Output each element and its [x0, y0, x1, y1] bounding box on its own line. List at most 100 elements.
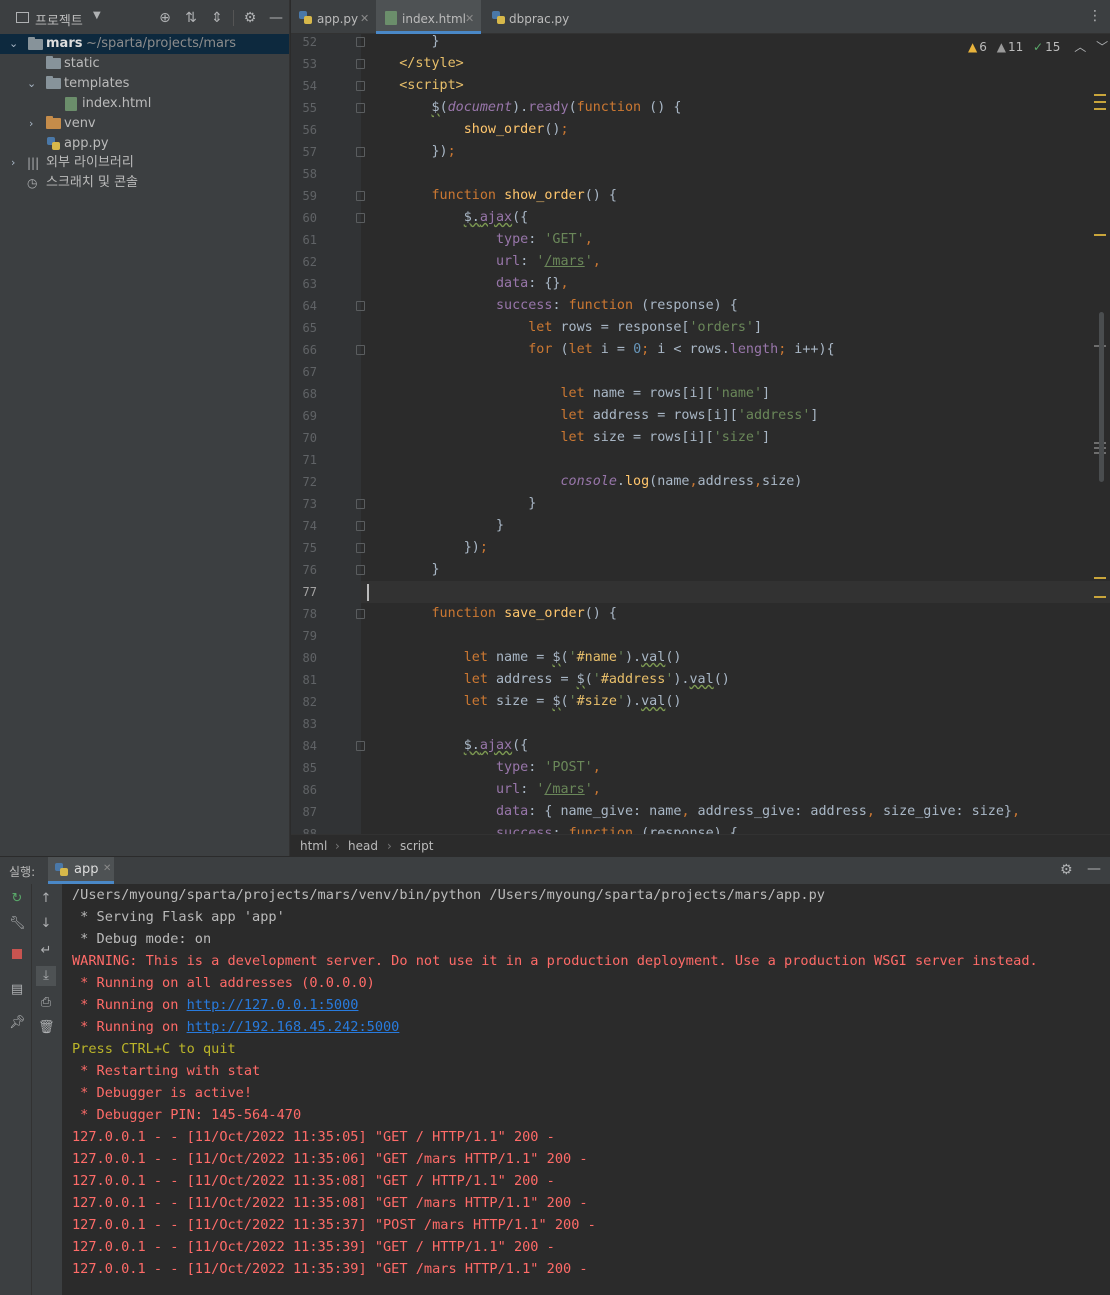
code-line: } [367, 562, 440, 577]
fold-marker[interactable] [356, 147, 365, 157]
line-number: 77 [302, 585, 317, 599]
tree-item-venv[interactable]: › venv [0, 114, 289, 134]
code-line: data: { name_give: name, address_give: a… [496, 804, 1021, 819]
stripe-mark[interactable] [1094, 94, 1106, 96]
arrow-up-icon[interactable]: ↑ [38, 891, 54, 907]
tab-app-py[interactable]: app.py ✕ [291, 0, 374, 34]
arrow-down-icon[interactable]: ↓ [38, 916, 54, 932]
fold-marker[interactable] [356, 521, 365, 531]
fold-marker[interactable] [356, 609, 365, 619]
chevron-right-icon[interactable]: › [29, 114, 41, 134]
fold-marker[interactable] [356, 213, 365, 223]
gear-icon[interactable]: ⚙ [242, 10, 258, 26]
line-number: 58 [302, 167, 317, 181]
line-number: 72 [302, 475, 317, 489]
breadcrumb-item[interactable]: html [300, 835, 327, 857]
project-toolbar: 프로젝트 ▼ ⊕ ⇅ ⇕ ⚙ — [0, 0, 290, 36]
chevron-down-icon[interactable]: ▼ [93, 10, 101, 21]
minimize-icon[interactable]: — [268, 10, 284, 26]
tree-root-mars[interactable]: ⌄ mars ~/sparta/projects/mars [0, 34, 289, 54]
expand-all-icon[interactable]: ⇅ [183, 10, 199, 26]
close-icon[interactable]: ✕ [465, 0, 474, 38]
rerun-icon[interactable]: ↻ [9, 891, 25, 907]
run-panel-header: 실행: app ✕ ⚙ — [0, 856, 1110, 884]
chevron-down-icon[interactable]: ⌄ [9, 34, 21, 54]
locate-icon[interactable]: ⊕ [157, 10, 173, 26]
tree-item-templates[interactable]: ⌄ templates [0, 74, 289, 94]
code-line: <script> [399, 78, 464, 93]
line-number: 70 [302, 431, 317, 445]
fold-marker[interactable] [356, 499, 365, 509]
fold-marker[interactable] [356, 191, 365, 201]
tree-item-external-libraries[interactable]: › ||| 외부 라이브러리 [0, 153, 289, 173]
stripe-mark[interactable] [1094, 108, 1106, 110]
inspections-widget[interactable]: ▲ 6 ▲ 11 ✓ 15 ︿ ﹀ [968, 38, 1108, 56]
fold-marker[interactable] [356, 37, 365, 47]
pin-icon[interactable]: 📌︎ [9, 1015, 26, 1031]
stripe-mark[interactable] [1094, 234, 1106, 236]
console-line: * Debugger PIN: 145-564-470 [72, 1107, 302, 1123]
gear-icon[interactable]: ⚙ [1060, 862, 1073, 878]
line-number: 73 [302, 497, 317, 511]
fold-marker[interactable] [356, 81, 365, 91]
chevron-right-icon[interactable]: › [11, 153, 23, 173]
breadcrumb-item[interactable]: script [400, 835, 433, 857]
tree-item-static[interactable]: static [0, 54, 289, 74]
stripe-mark[interactable] [1094, 596, 1106, 598]
trash-icon[interactable]: 🗑︎ [38, 1020, 55, 1036]
run-config-tab[interactable]: app ✕ [48, 857, 114, 884]
console-line: 127.0.0.1 - - [11/Oct/2022 11:35:39] "GE… [72, 1261, 588, 1277]
wrench-icon[interactable]: 🔧︎ [9, 916, 26, 932]
line-number: 82 [302, 695, 317, 709]
fold-marker[interactable] [356, 345, 365, 355]
soft-wrap-icon[interactable]: ↵ [38, 943, 54, 959]
console-line: 127.0.0.1 - - [11/Oct/2022 11:35:08] "GE… [72, 1195, 588, 1211]
code-line: function show_order() { [431, 188, 617, 203]
fold-marker[interactable] [356, 103, 365, 113]
console-line: * Running on http://192.168.45.242:5000 [72, 1016, 399, 1038]
minimize-icon[interactable]: — [1087, 861, 1101, 877]
scrollbar-thumb[interactable] [1099, 312, 1104, 482]
line-number: 71 [302, 453, 317, 467]
layout-icon[interactable]: ▤ [9, 982, 25, 998]
scroll-to-end-icon[interactable]: ⤓ [36, 966, 56, 986]
fold-marker[interactable] [356, 301, 365, 311]
fold-marker[interactable] [356, 741, 365, 751]
code-line: url: '/mars', [496, 254, 601, 269]
print-icon[interactable]: ⎙ [38, 995, 54, 1011]
stripe-mark[interactable] [1094, 577, 1106, 579]
console-link[interactable]: http://127.0.0.1:5000 [187, 997, 359, 1013]
line-number: 79 [302, 629, 317, 643]
html-file-icon [65, 97, 77, 111]
console-link[interactable]: http://192.168.45.242:5000 [187, 1019, 400, 1035]
line-number: 80 [302, 651, 317, 665]
stripe-mark[interactable] [1094, 101, 1106, 103]
chevron-up-icon[interactable]: ︿ [1074, 40, 1086, 54]
code-line: let name = rows[i]['name'] [560, 386, 771, 401]
project-view-icon [16, 12, 29, 23]
fold-marker[interactable] [356, 543, 365, 553]
more-tabs-icon[interactable]: ⋮ [1088, 8, 1102, 24]
folder-icon [46, 56, 61, 69]
chevron-down-icon[interactable]: ﹀ [1096, 40, 1108, 54]
collapse-all-icon[interactable]: ⇕ [209, 10, 225, 26]
chevron-down-icon[interactable]: ⌄ [27, 74, 39, 94]
tree-item-scratches[interactable]: ◷ 스크래치 및 콘솔 [0, 173, 289, 193]
stop-icon[interactable] [9, 948, 25, 964]
tab-index-html[interactable]: index.html ✕ [376, 0, 481, 34]
fold-marker[interactable] [356, 59, 365, 69]
project-view-title[interactable]: 프로젝트 [35, 10, 83, 29]
close-icon[interactable]: ✕ [103, 863, 111, 874]
line-number: 84 [302, 739, 317, 753]
breadcrumb-item[interactable]: head [348, 835, 378, 857]
tree-item-label: 스크래치 및 콘솔 [46, 175, 138, 190]
line-number: 76 [302, 563, 317, 577]
line-number: 62 [302, 255, 317, 269]
tab-dbprac-py[interactable]: dbprac.py [483, 0, 583, 34]
tree-item-label: 외부 라이브러리 [46, 155, 134, 170]
console-line: * Restarting with stat [72, 1063, 261, 1079]
code-line: </style> [399, 56, 464, 71]
fold-marker[interactable] [356, 565, 365, 575]
tree-item-app-py[interactable]: app.py [0, 134, 289, 154]
tree-item-index-html[interactable]: index.html [0, 94, 289, 114]
